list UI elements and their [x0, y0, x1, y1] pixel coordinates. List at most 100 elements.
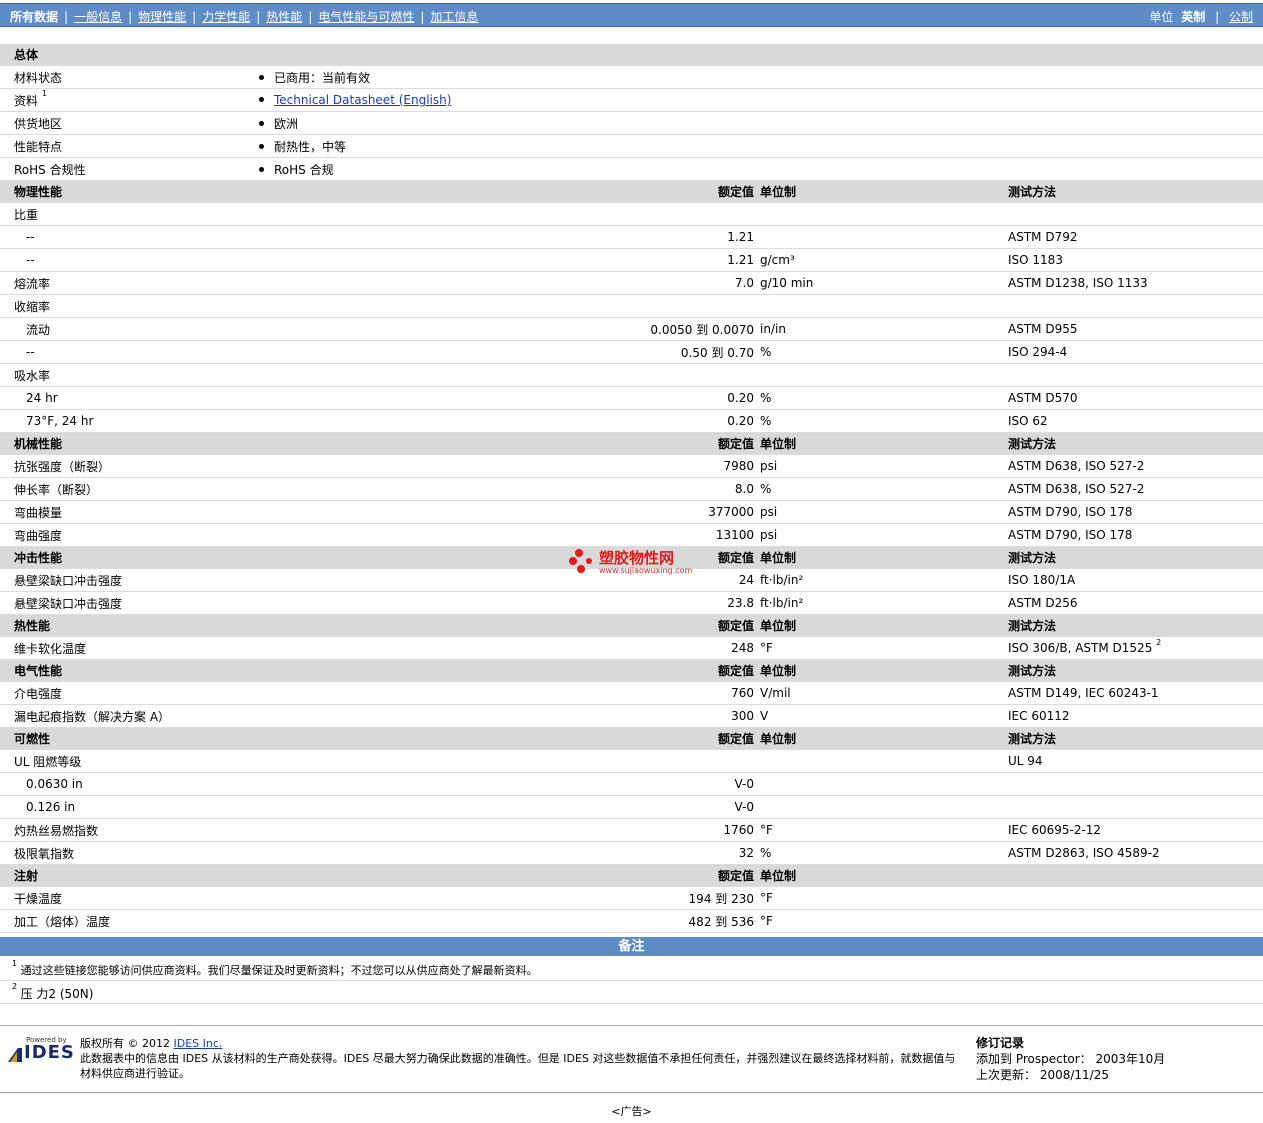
unit-header: 单位制: [758, 659, 1008, 682]
row-value: 482 到 536: [255, 909, 758, 933]
row-unit: %: [758, 841, 1008, 865]
tabs: 所有数据 | 一般信息 | 物理性能 | 力学性能 | 热性能 | 电气性能与可燃性 | 加工信息: [10, 10, 479, 24]
table-row: 抗张强度（断裂） 7980 psi ASTM D638, ISO 527-2: [0, 454, 1263, 478]
row-unit: °F: [758, 636, 1008, 660]
tab-2[interactable]: 物理性能: [138, 10, 186, 24]
unit-switcher: 单位 英制 | 公制: [1149, 10, 1253, 24]
tab-6[interactable]: 加工信息: [430, 10, 478, 24]
nominal-header: 额定值: [255, 659, 758, 682]
table-row: 比重: [0, 202, 1263, 226]
row-label: 73°F, 24 hr: [0, 409, 255, 433]
table-row: 0.0630 in V-0: [0, 772, 1263, 796]
row-method: ASTM D2863, ISO 4589-2: [1008, 841, 1263, 865]
unit-metric-link[interactable]: 公制: [1229, 10, 1253, 24]
section-header: 电气性能 额定值 单位制 测试方法: [0, 659, 1263, 682]
table-row: -- 1.21 ASTM D792: [0, 225, 1263, 249]
row-value: 377000: [255, 500, 758, 524]
row-unit: V: [758, 704, 1008, 728]
row-label: 0.126 in: [0, 795, 255, 819]
tab-1[interactable]: 一般信息: [74, 10, 122, 24]
row-method: [1008, 363, 1263, 387]
ides-link[interactable]: IDES Inc.: [174, 1037, 223, 1050]
table-row: 73°F, 24 hr 0.20% ISO 62: [0, 409, 1263, 433]
section-header: 注射 额定值 单位制: [0, 864, 1263, 887]
notes-header: 备注: [0, 937, 1263, 956]
table-row: 介电强度 760 V/mil ASTM D149, IEC 60243-1: [0, 681, 1263, 705]
note-2: 2 压 力2 (50N): [12, 982, 94, 1001]
ad-placeholder: <广告>: [611, 1105, 652, 1118]
tab-4[interactable]: 热性能: [266, 10, 302, 24]
bullet-icon: [259, 74, 264, 80]
row-value: 0.20: [255, 409, 758, 433]
row-label: 极限氧指数: [0, 841, 255, 865]
row-label: 资料 1: [0, 88, 255, 112]
row-unit: g/cm³: [758, 248, 1008, 272]
nominal-header: 额定值: [255, 864, 758, 887]
section-title: 冲击性能: [0, 546, 255, 569]
row-method: ISO 294-4: [1008, 340, 1263, 364]
row-unit: [758, 202, 1008, 226]
row-unit: [758, 363, 1008, 387]
table-row: 供货地区 欧洲: [0, 111, 1263, 135]
datasheet-link[interactable]: Technical Datasheet (English): [274, 93, 451, 107]
row-label: 加工（熔体）温度: [0, 909, 255, 933]
row-label: 灼热丝易燃指数: [0, 818, 255, 842]
section-title: 注射: [0, 864, 255, 887]
row-unit: psi: [758, 500, 1008, 524]
row-value: [255, 294, 758, 318]
bullet-icon: [259, 166, 264, 172]
section-title: 机械性能: [0, 432, 255, 455]
row-label: UL 阻燃等级: [0, 749, 255, 773]
row-value: 0.0050 到 0.0070: [255, 317, 758, 341]
section-title: 热性能: [0, 614, 255, 637]
unit-header: 单位制: [758, 180, 1008, 203]
row-method: ASTM D790, ISO 178: [1008, 523, 1263, 547]
row-label: 吸水率: [0, 363, 255, 387]
table-row: 维卡软化温度 248 °F ISO 306/B, ASTM D1525 2: [0, 636, 1263, 660]
row-unit: [758, 294, 1008, 318]
row-value: [255, 363, 758, 387]
row-label: 24 hr: [0, 386, 255, 410]
row-label: 伸长率（断裂）: [0, 477, 255, 501]
row-label: 维卡软化温度: [0, 636, 255, 660]
table-row: 收缩率: [0, 294, 1263, 318]
row-method: ASTM D790, ISO 178: [1008, 500, 1263, 524]
nominal-header: 额定值: [255, 614, 758, 637]
row-value: 0.50 到 0.70: [255, 340, 758, 364]
row-unit: [758, 795, 1008, 819]
row-value: V-0: [255, 772, 758, 796]
unit-english[interactable]: 英制: [1181, 10, 1205, 24]
row-label: 悬壁梁缺口冲击强度: [0, 568, 255, 592]
section-header: 总体: [0, 44, 1263, 66]
row-value: 23.8: [255, 591, 758, 615]
row-value: 13100: [255, 523, 758, 547]
row-unit: °F: [758, 886, 1008, 910]
table-row: 极限氧指数 32% ASTM D2863, ISO 4589-2: [0, 841, 1263, 865]
row-value: 欧洲: [274, 116, 299, 131]
method-header: 测试方法: [1008, 432, 1263, 455]
row-label: 干燥温度: [0, 886, 255, 910]
row-unit: °F: [758, 818, 1008, 842]
tab-0[interactable]: 所有数据: [10, 10, 58, 24]
row-label: --: [0, 340, 255, 364]
row-method: ISO 180/1A: [1008, 568, 1263, 592]
row-value: 194 到 230: [255, 886, 758, 910]
datasheet-table: 总体 材料状态 已商用：当前有效资料 1 Technical Datasheet (E…: [0, 44, 1263, 956]
tab-5[interactable]: 电气性能与可燃性: [318, 10, 414, 24]
ides-mark-icon: [8, 1048, 22, 1062]
row-label: 材料状态: [0, 65, 255, 89]
row-label: 性能特点: [0, 134, 255, 158]
section-header: 物理性能 额定值 单位制 测试方法: [0, 180, 1263, 203]
row-unit: ft·lb/in²: [758, 591, 1008, 615]
bullet-icon: [259, 97, 264, 102]
row-method: IEC 60695-2-12: [1008, 818, 1263, 842]
row-value: 已商用：当前有效: [274, 70, 371, 85]
row-value: 1.21: [255, 248, 758, 272]
table-row: 吸水率: [0, 363, 1263, 387]
row-value: 1.21: [255, 225, 758, 249]
tab-3[interactable]: 力学性能: [202, 10, 250, 24]
table-row: 熔流率 7.0 g/10 min ASTM D1238, ISO 1133: [0, 271, 1263, 295]
bullet-icon: [259, 120, 264, 126]
section-title: 总体: [0, 44, 1263, 66]
row-method: UL 94: [1008, 749, 1263, 773]
